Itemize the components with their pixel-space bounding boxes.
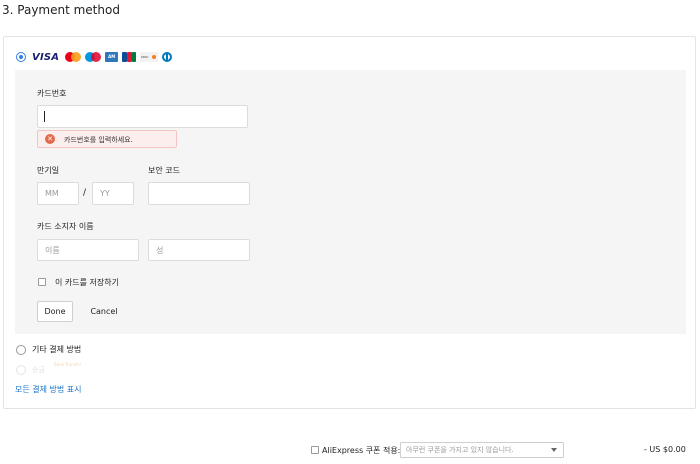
other-payment-label: 기타 결제 방법 <box>32 345 82 354</box>
card-brand-logos: VISA AM DISC <box>32 51 173 63</box>
maestro-icon <box>85 52 102 62</box>
expiry-label: 만기일 <box>37 166 60 175</box>
security-code-label: 보안 코드 <box>148 166 180 175</box>
amex-icon: AM <box>105 52 119 62</box>
section-title: 3. Payment method <box>2 3 120 17</box>
coupon-select-value: 아무런 쿠폰을 가지고 있지 않습니다. <box>406 446 514 454</box>
card-holder-label: 카드 소지자 이름 <box>37 222 94 231</box>
text-caret <box>44 111 45 122</box>
card-number-input[interactable] <box>37 105 248 128</box>
card-payment-radio[interactable] <box>16 52 26 62</box>
mastercard-icon <box>65 52 82 62</box>
show-all-payment-methods-link[interactable]: 모든 결제 방법 표시 <box>15 384 82 395</box>
expiry-year-input[interactable] <box>92 182 134 205</box>
coupon-label: AliExpress 쿠폰 적용: <box>322 446 401 455</box>
card-number-error: ✕ 카드번호를 입력하세요. <box>37 130 177 148</box>
diners-club-icon <box>162 52 173 62</box>
expiry-month-input[interactable] <box>37 182 79 205</box>
expiry-separator: / <box>83 188 87 198</box>
chevron-down-icon <box>551 448 557 452</box>
coupon-amount: - US $0.00 <box>644 445 686 454</box>
save-card-label: 이 카드를 저장하기 <box>55 278 119 287</box>
card-number-label: 카드번호 <box>37 89 67 98</box>
coupon-select[interactable]: 아무런 쿠폰을 가지고 있지 않습니다. <box>400 442 564 458</box>
cancel-button[interactable]: Cancel <box>84 301 124 322</box>
save-card-checkbox[interactable] <box>38 278 46 286</box>
error-message: 카드번호를 입력하세요. <box>64 136 133 144</box>
error-icon: ✕ <box>45 134 55 144</box>
jcb-icon <box>122 52 137 62</box>
last-name-input[interactable] <box>148 239 250 261</box>
bank-transfer-label: Bank Transfer <box>54 362 82 367</box>
first-name-input[interactable] <box>37 239 139 261</box>
discover-icon: DISC <box>140 52 159 62</box>
remittance-radio <box>16 365 26 375</box>
other-payment-radio[interactable] <box>16 345 26 355</box>
visa-icon: VISA <box>32 51 60 63</box>
remittance-label: 송금 <box>32 366 45 374</box>
security-code-input[interactable] <box>148 182 250 205</box>
done-button[interactable]: Done <box>37 301 73 322</box>
coupon-checkbox[interactable] <box>311 446 319 454</box>
